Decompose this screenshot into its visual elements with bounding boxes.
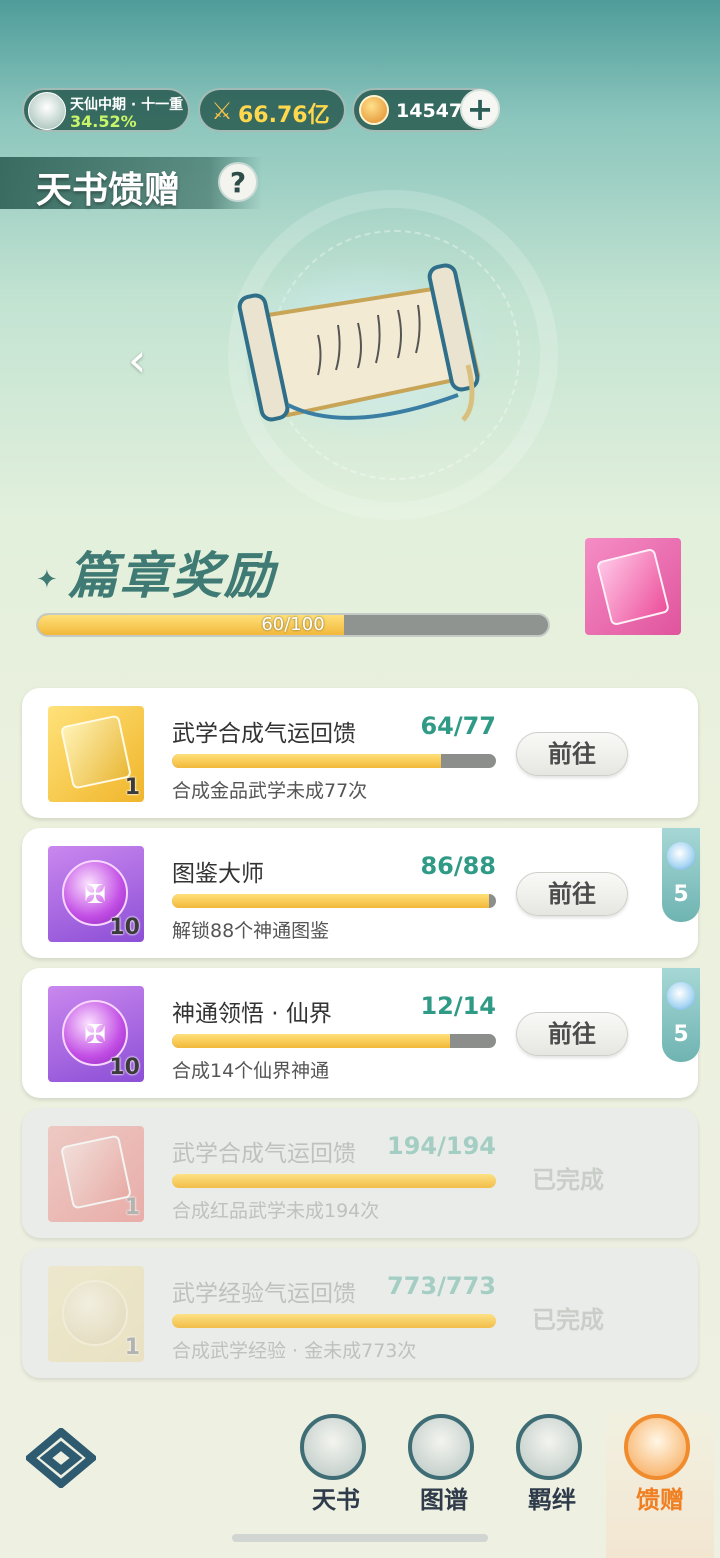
task-name: 武学合成气运回馈 xyxy=(172,1141,356,1167)
task-progress-fill xyxy=(172,1034,450,1048)
sparkle-icon: ✦ xyxy=(36,564,60,595)
task-count: 12/14 xyxy=(420,992,496,1020)
rank-title: 天仙中期 · 十一重 xyxy=(70,97,184,113)
cultivator-avatar-icon xyxy=(28,92,66,130)
task-count: 86/88 xyxy=(420,852,496,880)
map-scroll-icon xyxy=(408,1414,474,1480)
extra-reward-qty: 5 xyxy=(673,882,689,907)
task-card: 1 武学合成气运回馈 194/194 合成红品武学未成194次 已完成 xyxy=(22,1108,698,1238)
crystal-gem-icon xyxy=(667,982,695,1010)
task-reward-qty: 1 xyxy=(124,1335,140,1360)
task-name: 神通领悟 · 仙界 xyxy=(172,1001,332,1027)
heavenly-scroll-image xyxy=(233,255,503,439)
task-card: ✠ 10 神通领悟 · 仙界 12/14 合成14个仙界神通 前往 5 xyxy=(22,968,700,1098)
task-description: 合成红品武学未成194次 xyxy=(172,1200,380,1222)
handshake-icon xyxy=(516,1414,582,1480)
home-indicator[interactable] xyxy=(232,1534,488,1542)
go-button[interactable]: 前往 xyxy=(516,1012,628,1056)
tab-handshake[interactable]: 羁绊 xyxy=(498,1412,606,1558)
task-card: ✠ 10 图鉴大师 86/88 解锁88个神通图鉴 前往 5 xyxy=(22,828,700,958)
task-reward-qty: 1 xyxy=(124,775,140,800)
task-card: 1 武学经验气运回馈 773/773 合成武学经验 · 金未成773次 已完成 xyxy=(22,1248,698,1378)
task-description: 合成金品武学未成77次 xyxy=(172,780,368,802)
question-icon[interactable]: ? xyxy=(218,162,258,202)
task-reward-qty: 1 xyxy=(124,1195,140,1220)
task-reward-item[interactable]: 1 xyxy=(48,1126,144,1222)
gift-bag-icon xyxy=(624,1414,690,1480)
task-progress-fill xyxy=(172,754,441,768)
task-reward-item[interactable]: ✠ 10 xyxy=(48,986,144,1082)
diamond-knot-logo-icon[interactable] xyxy=(26,1428,96,1488)
extra-reward-tag[interactable]: 5 xyxy=(662,968,700,1062)
task-name: 图鉴大师 xyxy=(172,861,264,887)
task-progress-bar xyxy=(172,894,496,908)
task-count: 64/77 xyxy=(420,712,496,740)
crossed-swords-icon: ⚔ xyxy=(211,97,233,125)
chapter-reward-title: ✦ 篇章奖励 xyxy=(36,547,276,605)
completed-label: 已完成 xyxy=(532,1166,604,1194)
red-manual-book-icon xyxy=(60,1134,132,1210)
task-reward-qty: 10 xyxy=(109,1055,140,1080)
task-progress-fill xyxy=(172,1314,496,1328)
task-reward-item[interactable]: 1 xyxy=(48,706,144,802)
task-reward-qty: 10 xyxy=(109,915,140,940)
task-progress-bar xyxy=(172,1174,496,1188)
chapter-reward-item[interactable] xyxy=(585,538,681,635)
task-card: 1 武学合成气运回馈 64/77 合成金品武学未成77次 前往 xyxy=(22,688,698,818)
go-button[interactable]: 前往 xyxy=(516,732,628,776)
combat-power-pill: ⚔ 66.76亿 xyxy=(198,88,346,132)
task-progress-bar xyxy=(172,754,496,768)
add-currency-button[interactable]: + xyxy=(460,89,500,129)
task-name: 武学经验气运回馈 xyxy=(172,1281,356,1307)
task-description: 合成14个仙界神通 xyxy=(172,1060,330,1082)
rank-progress: 34.52% xyxy=(70,112,137,131)
task-description: 解锁88个神通图鉴 xyxy=(172,920,330,942)
tab-gift-bag[interactable]: 馈赠 xyxy=(606,1412,714,1558)
currency-pill: 14547 + xyxy=(352,88,500,132)
extra-reward-tag[interactable]: 5 xyxy=(662,828,700,922)
task-progress-fill xyxy=(172,894,489,908)
pink-manual-book-icon xyxy=(595,547,671,627)
task-progress-fill xyxy=(172,1174,496,1188)
task-reward-item[interactable]: 1 xyxy=(48,1266,144,1362)
copper-coin-icon xyxy=(359,95,389,125)
completed-label: 已完成 xyxy=(532,1306,604,1334)
tab-label: 馈赠 xyxy=(636,1486,684,1514)
task-progress-bar xyxy=(172,1034,496,1048)
tab-label: 图谱 xyxy=(420,1486,468,1514)
combat-power-value: 66.76亿 xyxy=(238,103,330,128)
task-count: 773/773 xyxy=(387,1272,496,1300)
book-icon xyxy=(300,1414,366,1480)
task-count: 194/194 xyxy=(387,1132,496,1160)
gold-manual-book-icon xyxy=(60,714,132,790)
chapter-progress-bar: 60/100 xyxy=(36,613,550,637)
go-button[interactable]: 前往 xyxy=(516,872,628,916)
task-description: 合成武学经验 · 金未成773次 xyxy=(172,1340,417,1362)
crystal-gem-icon xyxy=(667,842,695,870)
chevron-left-icon[interactable]: ‹ xyxy=(128,337,168,383)
tab-label: 羁绊 xyxy=(528,1486,576,1514)
task-name: 武学合成气运回馈 xyxy=(172,721,356,747)
meditating-figure-orb-icon xyxy=(62,1280,128,1346)
task-reward-item[interactable]: ✠ 10 xyxy=(48,846,144,942)
extra-reward-qty: 5 xyxy=(673,1022,689,1047)
page-title: 天书馈赠 xyxy=(36,170,181,211)
cultivation-rank-pill[interactable]: 天仙中期 · 十一重 34.52% xyxy=(22,88,190,132)
tab-label: 天书 xyxy=(312,1486,360,1514)
coin-value: 14547 xyxy=(396,100,463,122)
task-progress-bar xyxy=(172,1314,496,1328)
chapter-progress-label: 60/100 xyxy=(261,614,325,635)
